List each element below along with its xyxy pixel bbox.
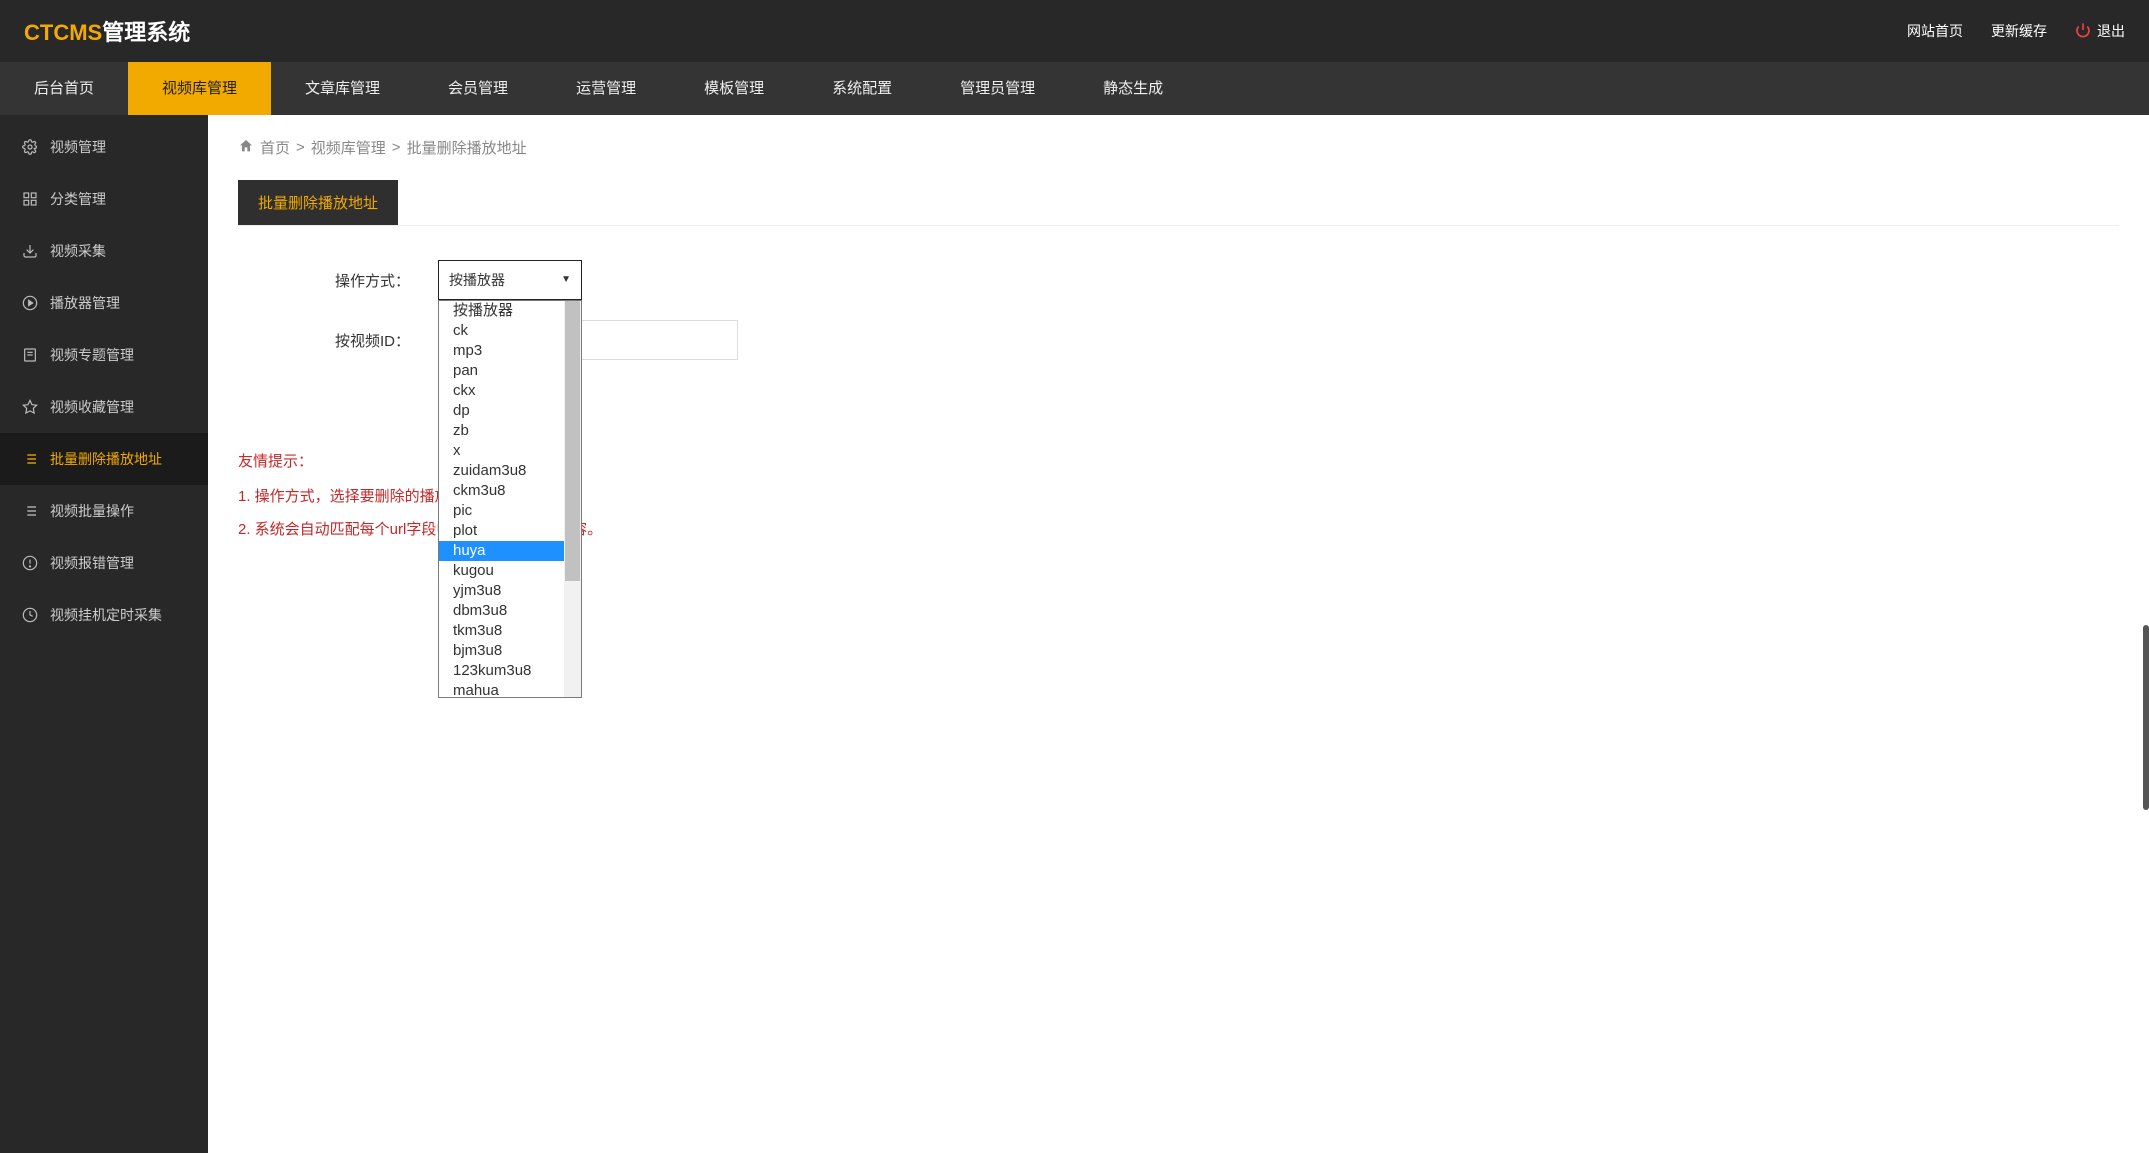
dropdown-option[interactable]: pan [439,361,564,381]
dropdown-option[interactable]: zb [439,421,564,441]
breadcrumb: 首页 > 视频库管理 > 批量删除播放地址 [238,137,2119,158]
sidebar-item-category[interactable]: 分类管理 [0,173,208,225]
dropdown-option[interactable]: mahua [439,681,564,697]
dropdown-option[interactable]: pic [439,501,564,521]
grid-icon [22,191,38,207]
scrollbar-thumb[interactable] [565,301,580,581]
dropdown-option[interactable]: dp [439,401,564,421]
logout-label: 退出 [2097,21,2125,41]
sidebar-item-label: 视频采集 [50,241,106,261]
list-icon [22,503,38,519]
list-icon [22,451,38,467]
sidebar-item-label: 视频挂机定时采集 [50,605,162,625]
header-right: 网站首页 更新缓存 退出 [1907,21,2125,41]
method-select[interactable]: 按播放器 ▼ [438,260,582,300]
top-nav: 后台首页 视频库管理 文章库管理 会员管理 运营管理 模板管理 系统配置 管理员… [0,62,2149,115]
play-icon [22,295,38,311]
logo: CTCMS管理系统 [24,15,190,47]
top-nav-article[interactable]: 文章库管理 [271,62,414,115]
power-icon [2075,22,2091,41]
top-nav-video[interactable]: 视频库管理 [128,62,271,115]
home-icon [238,138,254,158]
top-nav-admin[interactable]: 管理员管理 [926,62,1069,115]
top-nav-static[interactable]: 静态生成 [1069,62,1197,115]
dropdown-scrollbar[interactable] [564,301,581,697]
top-nav-template[interactable]: 模板管理 [670,62,798,115]
sidebar-item-label: 视频报错管理 [50,553,134,573]
tips-line-2-prefix: 2. 系统会自动匹配每个url字段中间 [238,521,466,538]
breadcrumb-sep: > [392,139,401,156]
dropdown-option[interactable]: 123kum3u8 [439,661,564,681]
dropdown-option[interactable]: yjm3u8 [439,581,564,601]
logo-suffix: 管理系统 [102,20,190,45]
tab-batch-delete[interactable]: 批量删除播放地址 [238,180,398,225]
breadcrumb-home[interactable]: 首页 [260,137,290,158]
tab-bar: 批量删除播放地址 [238,180,2119,226]
dropdown-option[interactable]: ckx [439,381,564,401]
sidebar-item-topic[interactable]: 视频专题管理 [0,329,208,381]
breadcrumb-section[interactable]: 视频库管理 [311,137,386,158]
page-scrollbar-thumb[interactable] [2143,625,2149,810]
breadcrumb-page: 批量删除播放地址 [407,137,527,158]
dropdown-option[interactable]: huya [439,541,564,561]
video-id-label: 按视频ID： [238,330,438,351]
top-nav-member[interactable]: 会员管理 [414,62,542,115]
layout: 视频管理 分类管理 视频采集 播放器管理 视频专题管理 视频收藏管理 批量删除播… [0,115,2149,1153]
content: 首页 > 视频库管理 > 批量删除播放地址 批量删除播放地址 操作方式： 按播放… [208,115,2149,1153]
dropdown-list: 按播放器ckmp3panckxdpzbxzuidam3u8ckm3u8picpl… [439,301,564,697]
refresh-cache-link[interactable]: 更新缓存 [1991,21,2047,41]
download-icon [22,243,38,259]
sidebar-item-label: 视频收藏管理 [50,397,134,417]
dropdown-option[interactable]: plot [439,521,564,541]
method-dropdown: 按播放器ckmp3panckxdpzbxzuidam3u8ckm3u8picpl… [438,300,582,698]
sidebar-item-error[interactable]: 视频报错管理 [0,537,208,589]
sidebar-item-cron[interactable]: 视频挂机定时采集 [0,589,208,641]
dropdown-option[interactable]: zuidam3u8 [439,461,564,481]
dropdown-option[interactable]: kugou [439,561,564,581]
sidebar-item-label: 批量删除播放地址 [50,449,162,469]
note-icon [22,347,38,363]
dropdown-option[interactable]: dbm3u8 [439,601,564,621]
dropdown-option[interactable]: 按播放器 [439,301,564,321]
sidebar-item-label: 分类管理 [50,189,106,209]
dropdown-option[interactable]: tkm3u8 [439,621,564,641]
dropdown-option[interactable]: ckm3u8 [439,481,564,501]
breadcrumb-sep: > [296,139,305,156]
form-row-method: 操作方式： 按播放器 ▼ 按播放器ckmp3panckxdpzbxzuidam3… [238,260,2119,300]
site-home-link[interactable]: 网站首页 [1907,21,1963,41]
method-label: 操作方式： [238,270,438,291]
sidebar-item-label: 视频专题管理 [50,345,134,365]
top-nav-operation[interactable]: 运营管理 [542,62,670,115]
sidebar-item-label: 播放器管理 [50,293,120,313]
sidebar-item-batch-delete-url[interactable]: 批量删除播放地址 [0,433,208,485]
dropdown-option[interactable]: x [439,441,564,461]
top-nav-system[interactable]: 系统配置 [798,62,926,115]
sidebar-item-label: 视频批量操作 [50,501,134,521]
method-selected-value: 按播放器 [449,261,505,299]
sidebar-item-favorite[interactable]: 视频收藏管理 [0,381,208,433]
clock-icon [22,607,38,623]
sidebar-item-collect[interactable]: 视频采集 [0,225,208,277]
sidebar-item-player[interactable]: 播放器管理 [0,277,208,329]
gear-icon [22,139,38,155]
alert-icon [22,555,38,571]
sidebar-item-batch-op[interactable]: 视频批量操作 [0,485,208,537]
chevron-down-icon: ▼ [561,261,571,299]
dropdown-option[interactable]: mp3 [439,341,564,361]
star-icon [22,399,38,415]
dropdown-option[interactable]: ck [439,321,564,341]
top-nav-home[interactable]: 后台首页 [0,62,128,115]
logout-button[interactable]: 退出 [2075,21,2125,41]
sidebar-item-video-manage[interactable]: 视频管理 [0,121,208,173]
header-bar: CTCMS管理系统 网站首页 更新缓存 退出 [0,0,2149,62]
method-select-wrap: 按播放器 ▼ 按播放器ckmp3panckxdpzbxzuidam3u8ckm3… [438,260,582,300]
logo-brand: CTCMS [24,20,102,45]
sidebar: 视频管理 分类管理 视频采集 播放器管理 视频专题管理 视频收藏管理 批量删除播… [0,115,208,1153]
sidebar-item-label: 视频管理 [50,137,106,157]
dropdown-option[interactable]: bjm3u8 [439,641,564,661]
tips-line-1-prefix: 1. 操作方式，选择要删除的播放器 [238,488,465,505]
